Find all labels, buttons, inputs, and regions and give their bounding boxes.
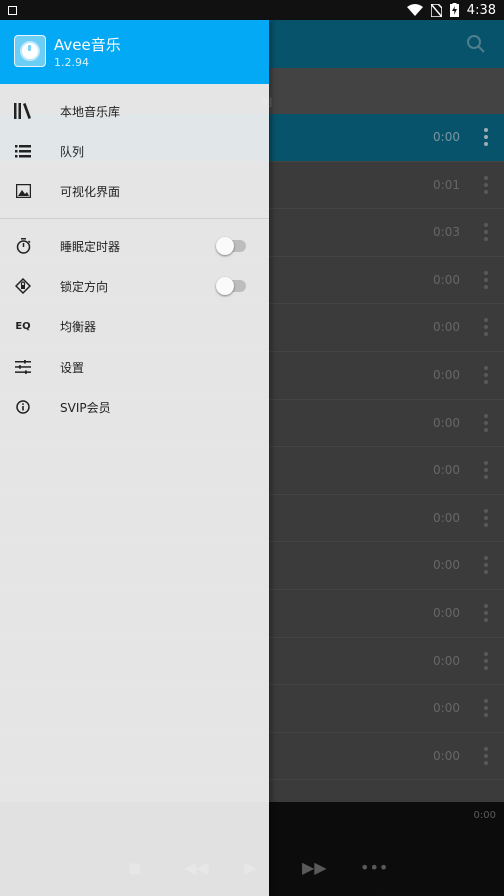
menu-item-sleep-timer[interactable]: 睡眠定时器 [0,226,269,266]
drawer-header: Avee音乐 1.2.94 [0,20,269,84]
navigation-drawer: Avee音乐 1.2.94 本地音乐库 队列 可视化界面 睡眠定时器 锁定方向 [0,20,269,896]
menu-item-equalizer[interactable]: EQ 均衡器 [0,306,269,346]
menu-item-settings[interactable]: 设置 [0,347,269,387]
wifi-icon [406,4,423,16]
status-icons: 4:38 [406,2,496,18]
notification-icon [8,5,17,15]
library-icon [14,102,32,120]
timer-icon [14,237,32,255]
menu-item-label: 可视化界面 [60,184,121,199]
clock: 4:38 [466,2,496,18]
battery-charging-icon [449,3,459,17]
menu-item-label: SVIP会员 [60,400,111,415]
app-name: Avee音乐 [54,36,121,54]
orientation-lock-toggle[interactable] [216,277,246,295]
menu-item-label: 设置 [60,360,85,375]
sleep-timer-toggle[interactable] [216,237,246,255]
menu-item-queue[interactable]: 队列 [0,131,269,171]
menu-item-label: 均衡器 [60,319,97,334]
app-version: 1.2.94 [54,56,89,69]
menu-item-label: 队列 [60,144,85,159]
queue-list-icon [14,142,32,160]
menu-item-svip[interactable]: SVIP会员 [0,387,269,427]
info-icon [14,398,32,416]
rotation-lock-icon [14,277,32,295]
menu-item-label: 睡眠定时器 [60,239,121,254]
menu-item-label: 本地音乐库 [60,104,121,119]
menu-item-library[interactable]: 本地音乐库 [0,91,269,131]
status-bar: 4:38 [0,0,504,20]
menu-divider [0,218,269,219]
menu-item-visualizer[interactable]: 可视化界面 [0,171,269,211]
app-logo-icon [14,35,46,67]
menu-item-label: 锁定方向 [60,279,109,294]
no-sim-icon [430,3,442,17]
menu-item-orientation-lock[interactable]: 锁定方向 [0,266,269,306]
equalizer-icon: EQ [15,320,31,332]
sliders-icon [14,358,32,376]
image-icon [14,182,32,200]
